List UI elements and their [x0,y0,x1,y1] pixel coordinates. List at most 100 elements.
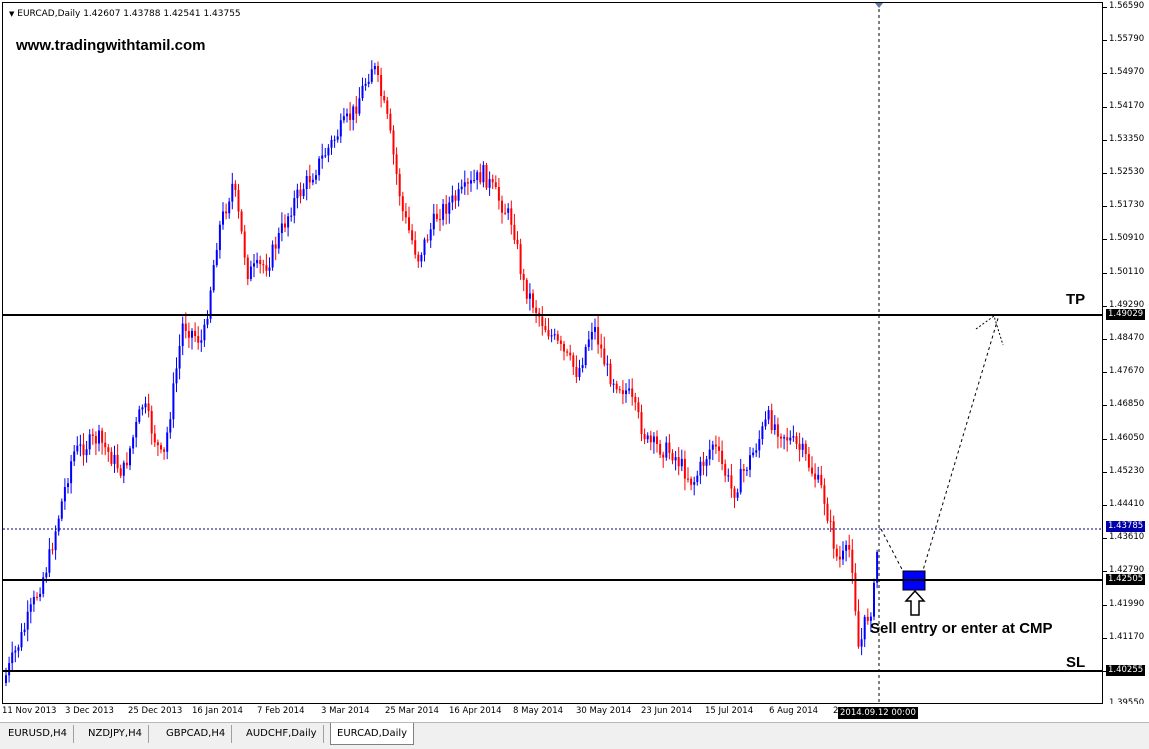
candlestick-chart[interactable] [3,3,1103,704]
candle-body [463,182,466,187]
candle-body [26,611,29,630]
candle-body [181,323,184,347]
candle-body [556,334,559,341]
entry-note: Sell entry or enter at CMP [870,620,1053,637]
candle-body [659,444,662,455]
candle-body [277,233,280,249]
dropdown-triangle-icon[interactable]: ▼ [9,10,14,18]
candle-body [491,179,494,183]
candle-body [547,329,550,337]
candle-body [860,639,863,647]
candle-body [271,244,274,268]
price-axis-tick [1103,239,1107,241]
candle-body [147,403,150,411]
candle-body [442,204,445,220]
candle-body [687,478,689,480]
price-axis-label: 1.50110 [1109,266,1145,277]
entry-line[interactable] [2,579,1103,581]
candle-body [575,366,578,377]
candle-body [473,180,476,182]
tab-audchf-daily[interactable]: AUDCHF,Daily [240,725,324,743]
candle-body [755,450,758,453]
candle-body [721,450,724,465]
candle-body [349,113,352,120]
price-axis-tick [1103,7,1107,8]
price-axis-tick [1103,604,1107,606]
price-axis-label: 1.54170 [1109,100,1145,111]
candle-body [807,454,810,468]
candle-body [851,549,854,573]
candle-body [842,550,844,560]
candle-body [572,355,575,367]
candle-body [274,244,277,249]
candle-body [668,442,671,453]
tab-eurusd-h4[interactable]: EURUSD,H4 [2,725,75,743]
candle-body [284,223,286,228]
crosshair-top-marker [875,3,883,8]
candle-body [398,173,401,197]
tab-nzdjpy-h4[interactable]: NZDJPY,H4 [82,725,149,743]
candle-body [234,183,237,190]
candle-body [296,189,299,199]
candle-body [327,147,330,156]
candle-body [358,98,361,114]
tab-eurcad-daily[interactable]: EURCAD,Daily [330,723,415,745]
candle-body [367,81,370,84]
candle-body [60,501,63,519]
symbol-info: EURCAD,Daily 1.42607 1.43788 1.42541 1.4… [17,9,241,19]
price-axis-label: 1.43610 [1109,532,1145,543]
candle-body [98,430,100,444]
candle-body [119,468,122,476]
candle-body [20,631,23,648]
candle-body [122,462,125,476]
candle-body [116,454,119,469]
chart-plot-area[interactable]: ▼ EURCAD,Daily 1.42607 1.43788 1.42541 1… [2,2,1103,704]
candle-body [789,437,792,441]
tab-gbpcad-h4[interactable]: GBPCAD,H4 [160,725,233,743]
price-axis-tick [1103,173,1107,174]
sl-line[interactable] [2,670,1103,672]
candle-body [783,437,786,439]
candle-body [435,213,438,220]
candle-body [811,467,813,474]
candle-body [578,368,581,377]
candle-body [702,461,705,466]
candle-body [485,164,488,188]
candle-body [724,464,727,476]
candle-body [454,195,457,201]
candle-body [770,410,773,430]
candle-body [814,473,817,480]
candle-body [330,139,333,148]
price-axis-tick [1103,405,1107,407]
candle-body [786,437,789,441]
candle-body [528,293,531,299]
candle-body [342,116,345,121]
entry-price-label: 1.42505 [1106,574,1146,585]
price-axis-tick [1103,339,1107,340]
candle-body [206,318,209,325]
candle-body [752,452,755,456]
candle-body [649,435,652,443]
candle-body [380,75,383,96]
candle-body [240,211,243,232]
candle-body [305,175,308,190]
candle-body [395,154,398,174]
candle-body [714,444,717,447]
candle-body [773,424,776,430]
candle-body [212,265,215,291]
candle-body [448,202,451,214]
time-axis-label: 3 Mar 2014 [321,706,370,716]
candle-body [711,444,714,450]
candle-body [823,485,826,504]
candle-body [113,454,116,464]
candle-body [466,182,469,184]
tp-line[interactable] [2,314,1103,316]
price-axis-tick [1103,471,1107,473]
candle-body [125,462,128,466]
candle-body [677,457,680,467]
candle-body [631,388,634,397]
candle-body [36,596,38,598]
candle-body [798,443,801,450]
candle-body [597,327,600,345]
candle-body [82,444,85,456]
